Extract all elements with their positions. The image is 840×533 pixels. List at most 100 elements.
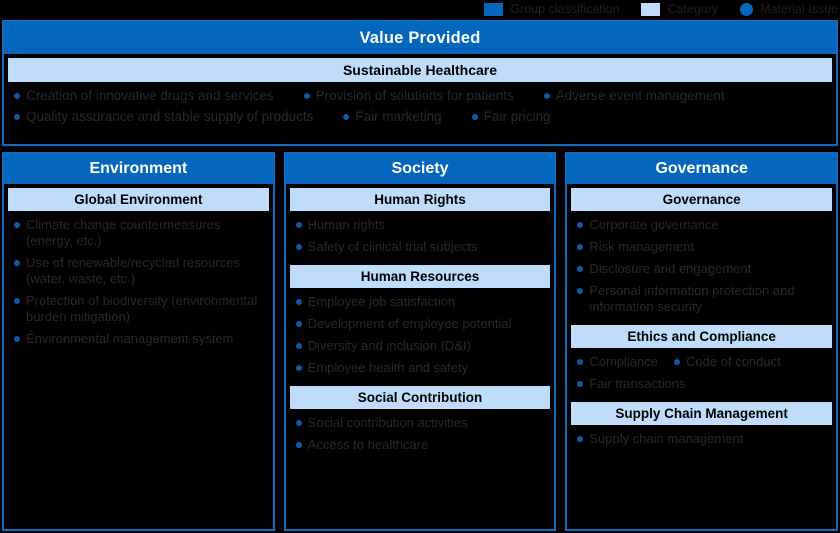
material-issue-item: Risk management [577, 239, 828, 255]
category-bar: Supply Chain Management [571, 402, 833, 425]
material-issue-item: Environmental management system [14, 331, 265, 347]
column-header: Society [285, 154, 555, 184]
bullet-icon [577, 381, 584, 387]
material-issue-label: Climate change countermeasures (energy, … [26, 217, 221, 248]
square-lightblue-icon [641, 2, 661, 16]
circle-blue-icon [740, 2, 754, 16]
material-issue-label: Supply chain management [589, 431, 744, 446]
column-body: Governance Corporate governance Risk manag… [567, 184, 836, 529]
material-issue-item: Human rights [295, 217, 547, 233]
value-provided-item-label: Creation of innovative drugs and service… [26, 88, 274, 103]
material-issue-list: Corporate governance Risk management Discl… [571, 211, 832, 323]
material-issue-item: Supply chain management [577, 431, 828, 447]
category-group: Supply Chain Management Supply chain mana… [571, 402, 833, 455]
value-provided-item: Fair marketing [343, 109, 442, 125]
category-group: Governance Corporate governance Risk manag… [571, 188, 833, 323]
value-provided-item-label: Fair pricing [483, 109, 551, 124]
bullet-icon [14, 260, 20, 266]
category-bar: Ethics and Compliance [571, 325, 833, 348]
bullet-icon [14, 298, 20, 304]
material-issue-item: Corporate governance [577, 217, 828, 233]
bullet-icon [577, 288, 584, 294]
material-issue-item: Compliance [577, 354, 658, 370]
material-issue-list: Compliance Code of conduct Fair transactio… [571, 348, 832, 400]
bullet-icon [577, 436, 584, 442]
category-bar: Human Resources [289, 265, 551, 288]
material-issue-item: Protection of biodiversity (environmenta… [14, 293, 265, 325]
esg-value-creation-diagram: Group classification Category Material Iss… [0, 0, 840, 533]
bullet-icon [543, 93, 550, 99]
value-provided-item: Creation of innovative drugs and service… [14, 88, 274, 104]
category-bar: Social Contribution [289, 386, 551, 409]
bullet-icon [295, 365, 302, 371]
column-header: Environment [4, 154, 273, 184]
category-group: Human Resources Employee job satisfaction… [289, 265, 551, 384]
legend-item-label: Category [667, 2, 719, 16]
bullet-icon [471, 114, 478, 120]
material-issue-list: Supply chain management [571, 425, 832, 455]
category-bar: Global Environment [8, 188, 269, 211]
value-provided-item-label: Fair marketing [355, 109, 442, 124]
value-provided-item: Quality assurance and stable supply of p… [14, 109, 313, 125]
category-label: Social Contribution [357, 390, 483, 405]
material-issue-label: Employee health and safety [307, 360, 469, 375]
material-issue-item: Climate change countermeasures (energy, … [14, 217, 265, 249]
material-issue-label: Access to healthcare [307, 437, 429, 452]
legend-item-label: Group classification [510, 2, 620, 16]
material-issue-label: Corporate governance [589, 217, 719, 232]
material-issue-label: Use of renewable/recycled resources (wat… [26, 255, 240, 286]
material-issue-label: Code of conduct [686, 354, 781, 369]
material-issue-label: Safety of clinical trial subjects [307, 239, 478, 254]
category-label: Ethics and Compliance [627, 329, 776, 344]
value-provided-item-label: Provision of solutions for patients [315, 88, 514, 103]
bullet-icon [14, 114, 20, 120]
bullet-icon [303, 93, 310, 99]
square-blue-icon [484, 2, 504, 16]
legend-item: Group classification [484, 2, 619, 16]
material-issue-item: Fair transactions [577, 376, 685, 392]
column-body: Global Environment Climate change counter… [4, 184, 273, 529]
material-issue-item: Employee health and safety [295, 360, 547, 376]
esg-column-environment: Environment Global Environment Climate cha… [2, 152, 275, 531]
legend: Group classification Category Material Iss… [0, 0, 840, 18]
bullet-icon [295, 321, 302, 327]
value-provided-item-rows: Creation of innovative drugs and service… [4, 82, 836, 125]
value-provided-item-label: Adverse event management [555, 88, 725, 103]
material-issue-item: Diversity and inclusion (D&I) [295, 338, 547, 354]
bullet-icon [577, 266, 584, 272]
material-issue-label: Fair transactions [589, 376, 686, 391]
column-body: Human Rights Human rights Safety of clinic… [286, 184, 555, 529]
material-issue-label: Environmental management system [26, 331, 234, 346]
material-issue-item: Use of renewable/recycled resources (wat… [14, 255, 265, 287]
bullet-icon [295, 299, 302, 305]
material-issue-item: Safety of clinical trial subjects [295, 239, 547, 255]
column-title: Governance [655, 160, 748, 177]
bullet-icon [14, 336, 20, 342]
material-issue-list: Climate change countermeasures (energy, … [8, 211, 269, 355]
column-title: Environment [89, 160, 188, 177]
bullet-icon [577, 244, 584, 250]
material-issue-label: Protection of biodiversity (environmenta… [26, 293, 258, 324]
value-provided-item: Fair pricing [471, 109, 551, 125]
column-header: Governance [567, 154, 837, 184]
material-issue-item: Development of employee potential [295, 316, 547, 332]
esg-column-governance: Governance Governance Corporate governance… [565, 152, 839, 531]
category-label: Sustainable Healthcare [342, 62, 498, 78]
category-bar: Human Rights [289, 188, 551, 211]
value-provided-block: Value Provided Sustainable Healthcare Cr… [2, 20, 838, 146]
material-issue-label: Disclosure and engagement [589, 261, 752, 276]
bullet-icon [577, 359, 584, 365]
bullet-icon [295, 222, 302, 228]
material-issue-label: Employee job satisfaction [307, 294, 456, 309]
legend-item-label: Material Issue [760, 2, 838, 16]
value-provided-item-label: Quality assurance and stable supply of p… [26, 109, 314, 124]
category-label: Human Rights [374, 192, 466, 207]
category-group: Social Contribution Social contribution a… [289, 386, 551, 461]
category-label: Human Resources [360, 269, 480, 284]
material-issue-label: Compliance [589, 354, 658, 369]
bullet-icon [295, 442, 302, 448]
material-issue-list: Social contribution activities Access to … [290, 409, 551, 461]
category-bar: Governance [571, 188, 833, 211]
category-bar-sustainable-healthcare: Sustainable Healthcare [8, 58, 832, 82]
material-issue-item: Access to healthcare [295, 437, 547, 453]
